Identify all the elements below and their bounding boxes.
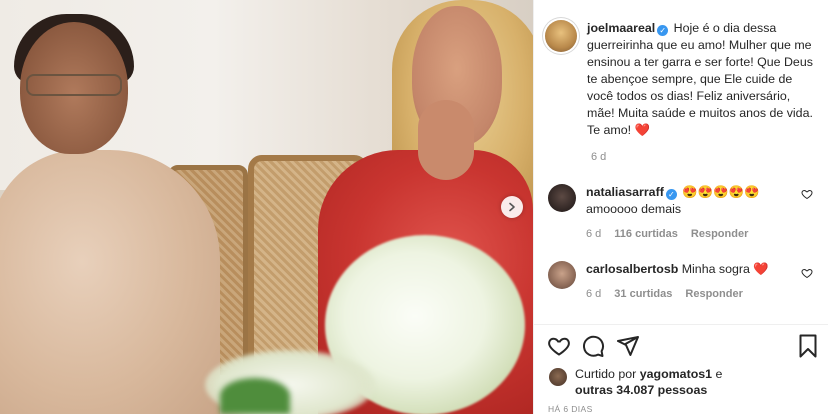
comment-item: nataliasarraff ✓ 😍😍😍😍😍 amooooo demais 6 d… bbox=[548, 184, 813, 240]
likes-connector: e bbox=[715, 367, 723, 381]
commenter-avatar[interactable] bbox=[548, 261, 576, 289]
action-bar bbox=[547, 334, 819, 360]
comment-time[interactable]: 6 d bbox=[586, 288, 601, 300]
bookmark-icon[interactable] bbox=[796, 334, 820, 358]
post-photo[interactable] bbox=[0, 0, 533, 414]
comment-text: Minha sogra bbox=[681, 262, 750, 276]
red-heart-emoji: ❤️ bbox=[634, 123, 650, 137]
share-icon[interactable] bbox=[616, 334, 640, 358]
comment-emojis: 😍😍😍😍😍 bbox=[682, 185, 760, 199]
comment-like-heart-icon[interactable] bbox=[801, 188, 813, 200]
likes-summary-text: Curtido por yagomatos1 e outras 34.087 p… bbox=[575, 366, 722, 398]
comment-text-block: carlosalbertosb Minha sogra ❤️ bbox=[586, 261, 769, 278]
comment-likes[interactable]: 116 curtidas bbox=[614, 228, 678, 240]
comment-text: amooooo demais bbox=[586, 202, 682, 216]
comment-reply-button[interactable]: Responder bbox=[685, 288, 742, 300]
actions-divider bbox=[533, 324, 828, 325]
comment-username[interactable]: carlosalbertosb bbox=[586, 262, 678, 276]
comment-meta: 6 d 31 curtidas Responder bbox=[586, 288, 769, 300]
author-avatar[interactable] bbox=[545, 20, 577, 52]
comment-username[interactable]: nataliasarraff bbox=[586, 185, 664, 199]
heart-outline-icon[interactable] bbox=[547, 334, 571, 358]
liker-username[interactable]: yagomatos1 bbox=[640, 367, 712, 381]
caption-username[interactable]: joelmaareal bbox=[587, 21, 655, 35]
comment-like-heart-icon[interactable] bbox=[801, 267, 813, 279]
comment-meta: 6 d 116 curtidas Responder bbox=[586, 228, 759, 240]
comment-time[interactable]: 6 d bbox=[586, 228, 601, 240]
red-heart-emoji: ❤️ bbox=[753, 262, 769, 276]
caption-time[interactable]: 6 d bbox=[591, 151, 606, 163]
comment-likes[interactable]: 31 curtidas bbox=[614, 288, 672, 300]
photo-woman-left-dress bbox=[0, 150, 220, 414]
likes-prefix: Curtido por bbox=[575, 367, 637, 381]
caption-text: Hoje é o dia dessa guerreirinha que eu a… bbox=[587, 21, 813, 137]
comment-text-block: nataliasarraff ✓ 😍😍😍😍😍 amooooo demais bbox=[586, 184, 759, 218]
next-photo-button[interactable] bbox=[501, 196, 523, 218]
likes-others[interactable]: outras 34.087 pessoas bbox=[575, 383, 707, 397]
caption-body: joelmaareal ✓ Hoje é o dia dessa guerreir… bbox=[587, 20, 815, 139]
caption: joelmaareal ✓ Hoje é o dia dessa guerreir… bbox=[545, 20, 815, 139]
chevron-right-icon bbox=[509, 202, 515, 212]
verified-badge-icon: ✓ bbox=[657, 25, 669, 36]
comment-item: carlosalbertosb Minha sogra ❤️ 6 d 31 cu… bbox=[548, 261, 813, 300]
comment-reply-button[interactable]: Responder bbox=[691, 228, 748, 240]
photo-woman-left-glasses bbox=[26, 74, 122, 96]
post-date[interactable]: HÁ 6 DIAS bbox=[548, 404, 593, 414]
likes-summary: Curtido por yagomatos1 e outras 34.087 p… bbox=[549, 366, 722, 398]
verified-badge-icon: ✓ bbox=[665, 189, 677, 200]
photo-woman-right-hand bbox=[418, 100, 474, 180]
comment-icon[interactable] bbox=[581, 334, 605, 358]
liker-avatar[interactable] bbox=[549, 368, 567, 386]
photo-bouquet-leaves bbox=[220, 378, 290, 414]
commenter-avatar[interactable] bbox=[548, 184, 576, 212]
